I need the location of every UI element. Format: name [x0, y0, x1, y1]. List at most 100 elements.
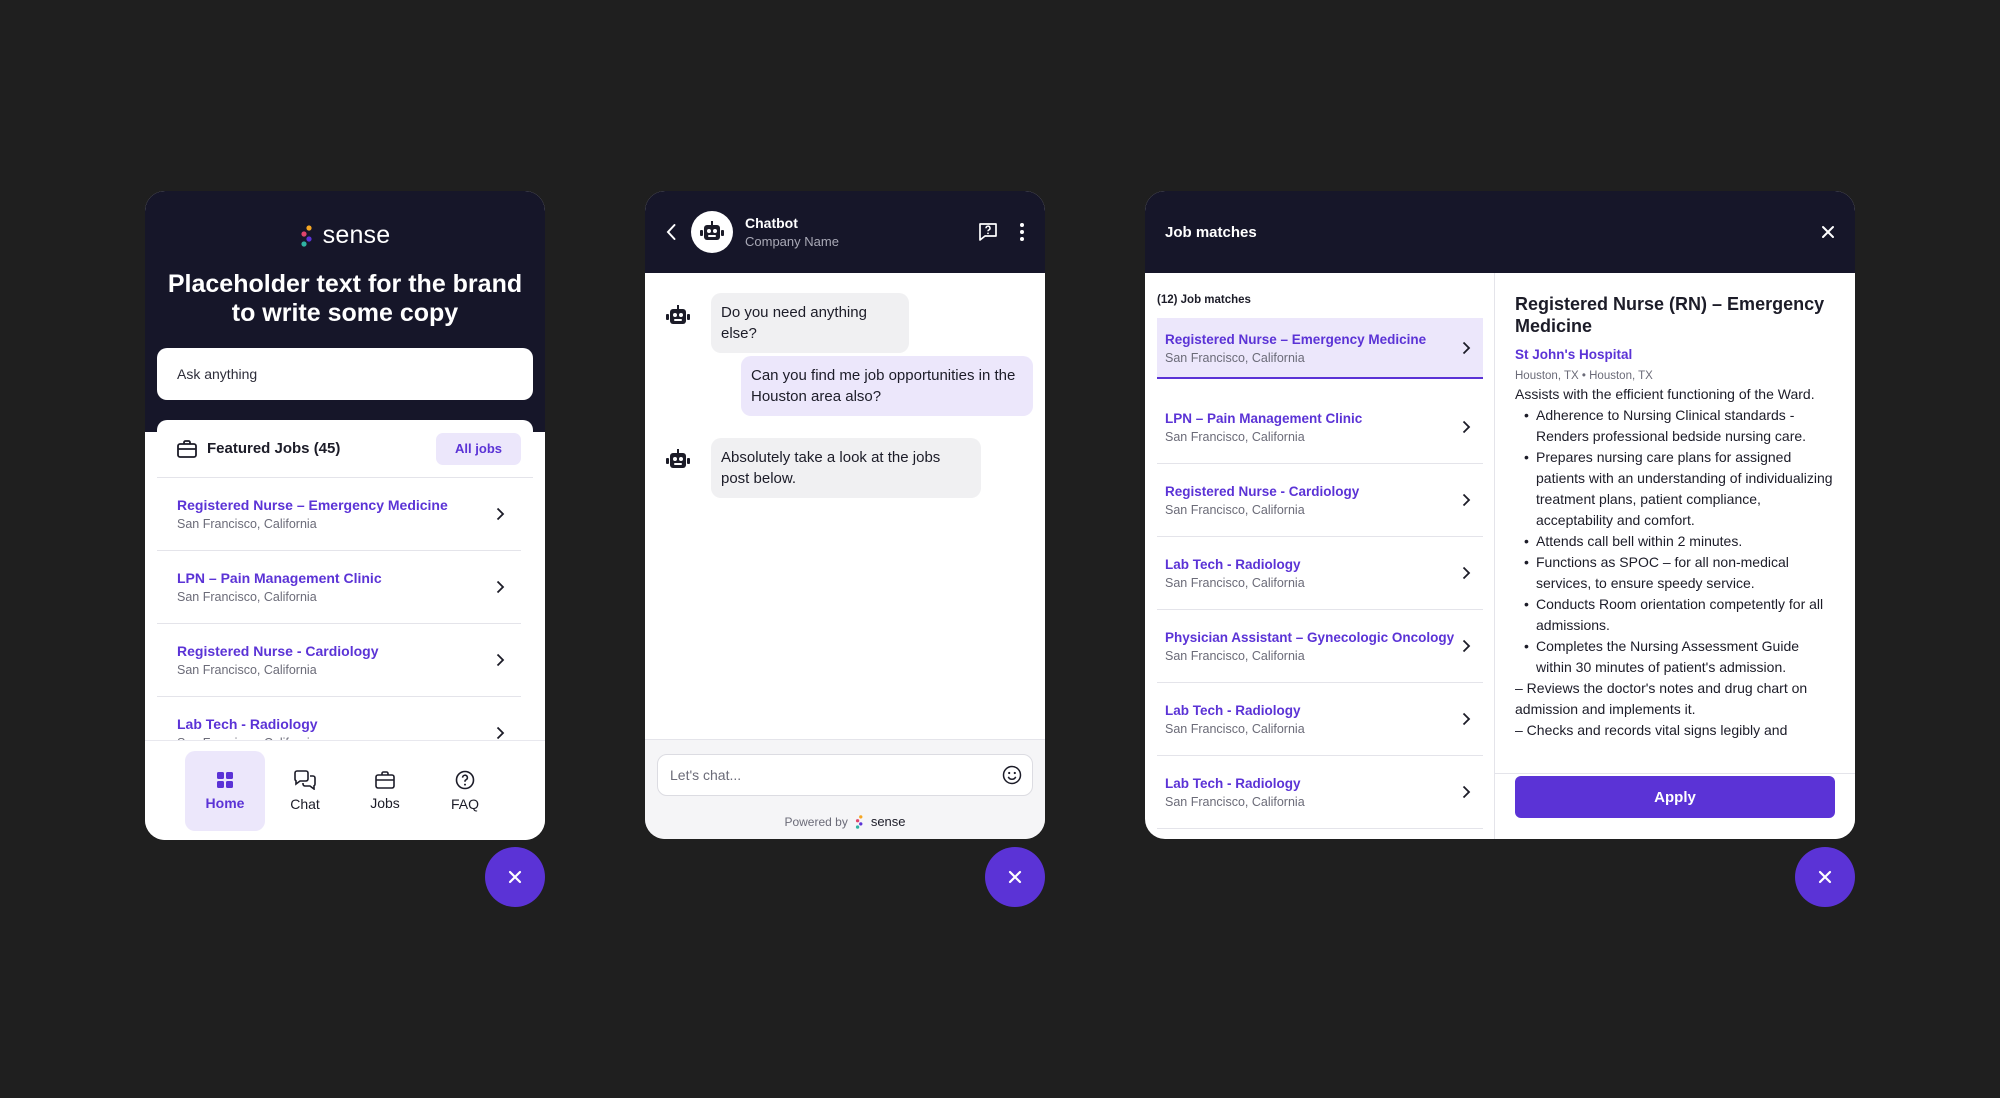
- nav-chat-label: Chat: [290, 796, 320, 812]
- job-detail-scroll[interactable]: Registered Nurse (RN) – Emergency Medici…: [1515, 273, 1835, 773]
- chevron-right-icon: [1462, 493, 1471, 507]
- job-title: Registered Nurse - Cardiology: [177, 643, 379, 659]
- chevron-right-icon: [496, 653, 505, 667]
- ask-placeholder: Ask anything: [177, 366, 258, 382]
- chatbot-avatar: [691, 211, 733, 253]
- chat-input-placeholder: Let's chat...: [670, 767, 742, 783]
- description-paragraph: – Reviews the doctor's notes and drug ch…: [1515, 680, 1808, 717]
- chevron-right-icon: [496, 580, 505, 594]
- chat-composer: Let's chat... Powered by sense: [645, 739, 1045, 839]
- chevron-right-icon: [1462, 712, 1471, 726]
- job-detail-location: Houston, TX • Houston, TX: [1515, 370, 1653, 382]
- nav-jobs[interactable]: Jobs: [345, 751, 425, 831]
- close-widget-button[interactable]: [485, 847, 545, 907]
- bottom-nav: Home Chat Jobs FAQ: [145, 740, 545, 840]
- chevron-right-icon: [1462, 566, 1471, 580]
- sense-dots-icon: [301, 224, 312, 247]
- grid-icon: [217, 772, 233, 788]
- description-bullet: Functions as SPOC – for all non-medical …: [1524, 552, 1835, 594]
- job-title: Lab Tech - Radiology: [1165, 557, 1301, 572]
- bot-message: Do you need anything else?: [711, 293, 909, 353]
- job-list-item[interactable]: Registered Nurse - Cardiology San Franci…: [1157, 464, 1483, 537]
- job-list-item-selected[interactable]: Registered Nurse – Emergency Medicine Sa…: [1157, 318, 1483, 379]
- job-location: San Francisco, California: [1165, 350, 1305, 365]
- back-arrow-icon[interactable]: [665, 223, 677, 241]
- brand-logo: sense: [145, 221, 545, 250]
- job-list-item[interactable]: Lab Tech - Radiology San Francisco, Cali…: [1157, 683, 1483, 756]
- job-matches-widget: Job matches (12) Job matches Registered …: [1145, 191, 1855, 839]
- briefcase-icon: [375, 771, 395, 789]
- description-bullet: Attends call bell within 2 minutes.: [1524, 531, 1835, 552]
- job-title: Physician Assistant – Gynecologic Oncolo…: [1165, 630, 1455, 645]
- job-list-item[interactable]: Lab Tech - Radiology San Francisco, Cali…: [1157, 537, 1483, 610]
- nav-home[interactable]: Home: [185, 751, 265, 831]
- question-circle-icon: [455, 770, 475, 790]
- job-location: San Francisco, California: [1165, 503, 1305, 517]
- job-location: San Francisco, California: [1165, 795, 1305, 809]
- chatbot-name: Chatbot: [745, 215, 798, 231]
- ask-input[interactable]: Ask anything: [157, 348, 533, 400]
- job-detail-title: Registered Nurse (RN) – Emergency Medici…: [1515, 294, 1825, 336]
- powered-by: Powered by sense: [645, 814, 1045, 829]
- close-icon: [1818, 870, 1832, 884]
- job-matches-header: Job matches: [1145, 191, 1855, 273]
- job-list-item[interactable]: Registered Nurse - Cardiology San Franci…: [157, 624, 521, 697]
- job-title: Registered Nurse – Emergency Medicine: [177, 497, 448, 513]
- chevron-right-icon: [1462, 341, 1471, 354]
- job-location: San Francisco, California: [177, 590, 317, 604]
- job-matches-title: Job matches: [1165, 223, 1257, 241]
- help-chat-icon[interactable]: [977, 221, 999, 243]
- chevron-right-icon: [1462, 420, 1471, 434]
- job-location: San Francisco, California: [1165, 722, 1305, 736]
- job-list-item[interactable]: Lab Tech - Radiology San Francisco, Cali…: [1157, 756, 1483, 829]
- nav-faq[interactable]: FAQ: [425, 751, 505, 831]
- chevron-right-icon: [496, 726, 505, 740]
- description-bullet: Adherence to Nursing Clinical standards …: [1524, 405, 1835, 447]
- chevron-right-icon: [1462, 785, 1471, 799]
- user-message: Can you find me job opportunities in the…: [741, 356, 1033, 416]
- job-location: San Francisco, California: [177, 663, 317, 677]
- description-bullet: Completes the Nursing Assessment Guide w…: [1524, 636, 1835, 678]
- brand-name: sense: [322, 221, 391, 249]
- powered-by-label: Powered by: [784, 814, 848, 829]
- close-widget-button[interactable]: [985, 847, 1045, 907]
- description-paragraph: – Checks and records vital signs legibly…: [1515, 722, 1788, 738]
- chevron-right-icon: [496, 507, 505, 521]
- hero-title: Placeholder text for the brand to write …: [167, 270, 523, 327]
- description-bullets: Adherence to Nursing Clinical standards …: [1515, 405, 1835, 678]
- job-title: LPN – Pain Management Clinic: [1165, 411, 1363, 426]
- close-widget-button[interactable]: [1795, 847, 1855, 907]
- chat-header: Chatbot Company Name: [645, 191, 1045, 273]
- chat-input[interactable]: Let's chat...: [657, 754, 1033, 796]
- nav-home-label: Home: [205, 795, 245, 811]
- description-bullet: Prepares nursing care plans for assigned…: [1524, 447, 1835, 531]
- featured-jobs-title: Featured Jobs (45): [207, 440, 341, 457]
- job-matches-list: (12) Job matches Registered Nurse – Emer…: [1145, 273, 1495, 839]
- robot-icon: [666, 449, 690, 468]
- home-widget: sense Placeholder text for the brand to …: [145, 191, 545, 840]
- chevron-right-icon: [1462, 639, 1471, 653]
- nav-chat[interactable]: Chat: [265, 751, 345, 831]
- all-jobs-button[interactable]: All jobs: [436, 432, 521, 465]
- job-list-item[interactable]: LPN – Pain Management Clinic San Francis…: [157, 551, 521, 624]
- job-location: San Francisco, California: [177, 517, 317, 531]
- job-list-item[interactable]: Registered Nurse – Emergency Medicine Sa…: [157, 478, 521, 551]
- job-title: LPN – Pain Management Clinic: [177, 570, 382, 586]
- job-matches-count: (12) Job matches: [1157, 294, 1251, 306]
- job-title: Registered Nurse – Emergency Medicine: [1165, 331, 1427, 347]
- description-bullet: Conducts Room orientation competently fo…: [1524, 594, 1835, 636]
- job-location: San Francisco, California: [1165, 649, 1305, 663]
- job-list-item[interactable]: LPN – Pain Management Clinic San Francis…: [1157, 391, 1483, 464]
- briefcase-icon: [177, 439, 197, 458]
- robot-icon: [700, 221, 724, 240]
- job-detail-company[interactable]: St John's Hospital: [1515, 347, 1835, 362]
- robot-icon: [666, 305, 690, 324]
- close-icon: [508, 870, 522, 884]
- job-list-item[interactable]: Physician Assistant – Gynecologic Oncolo…: [1157, 610, 1483, 683]
- home-hero: sense Placeholder text for the brand to …: [145, 191, 545, 432]
- apply-button[interactable]: Apply: [1515, 776, 1835, 818]
- close-icon[interactable]: [1821, 225, 1835, 239]
- more-vertical-icon[interactable]: [1019, 222, 1025, 242]
- chat-bubbles-icon: [294, 770, 316, 790]
- emoji-icon[interactable]: [1002, 765, 1022, 785]
